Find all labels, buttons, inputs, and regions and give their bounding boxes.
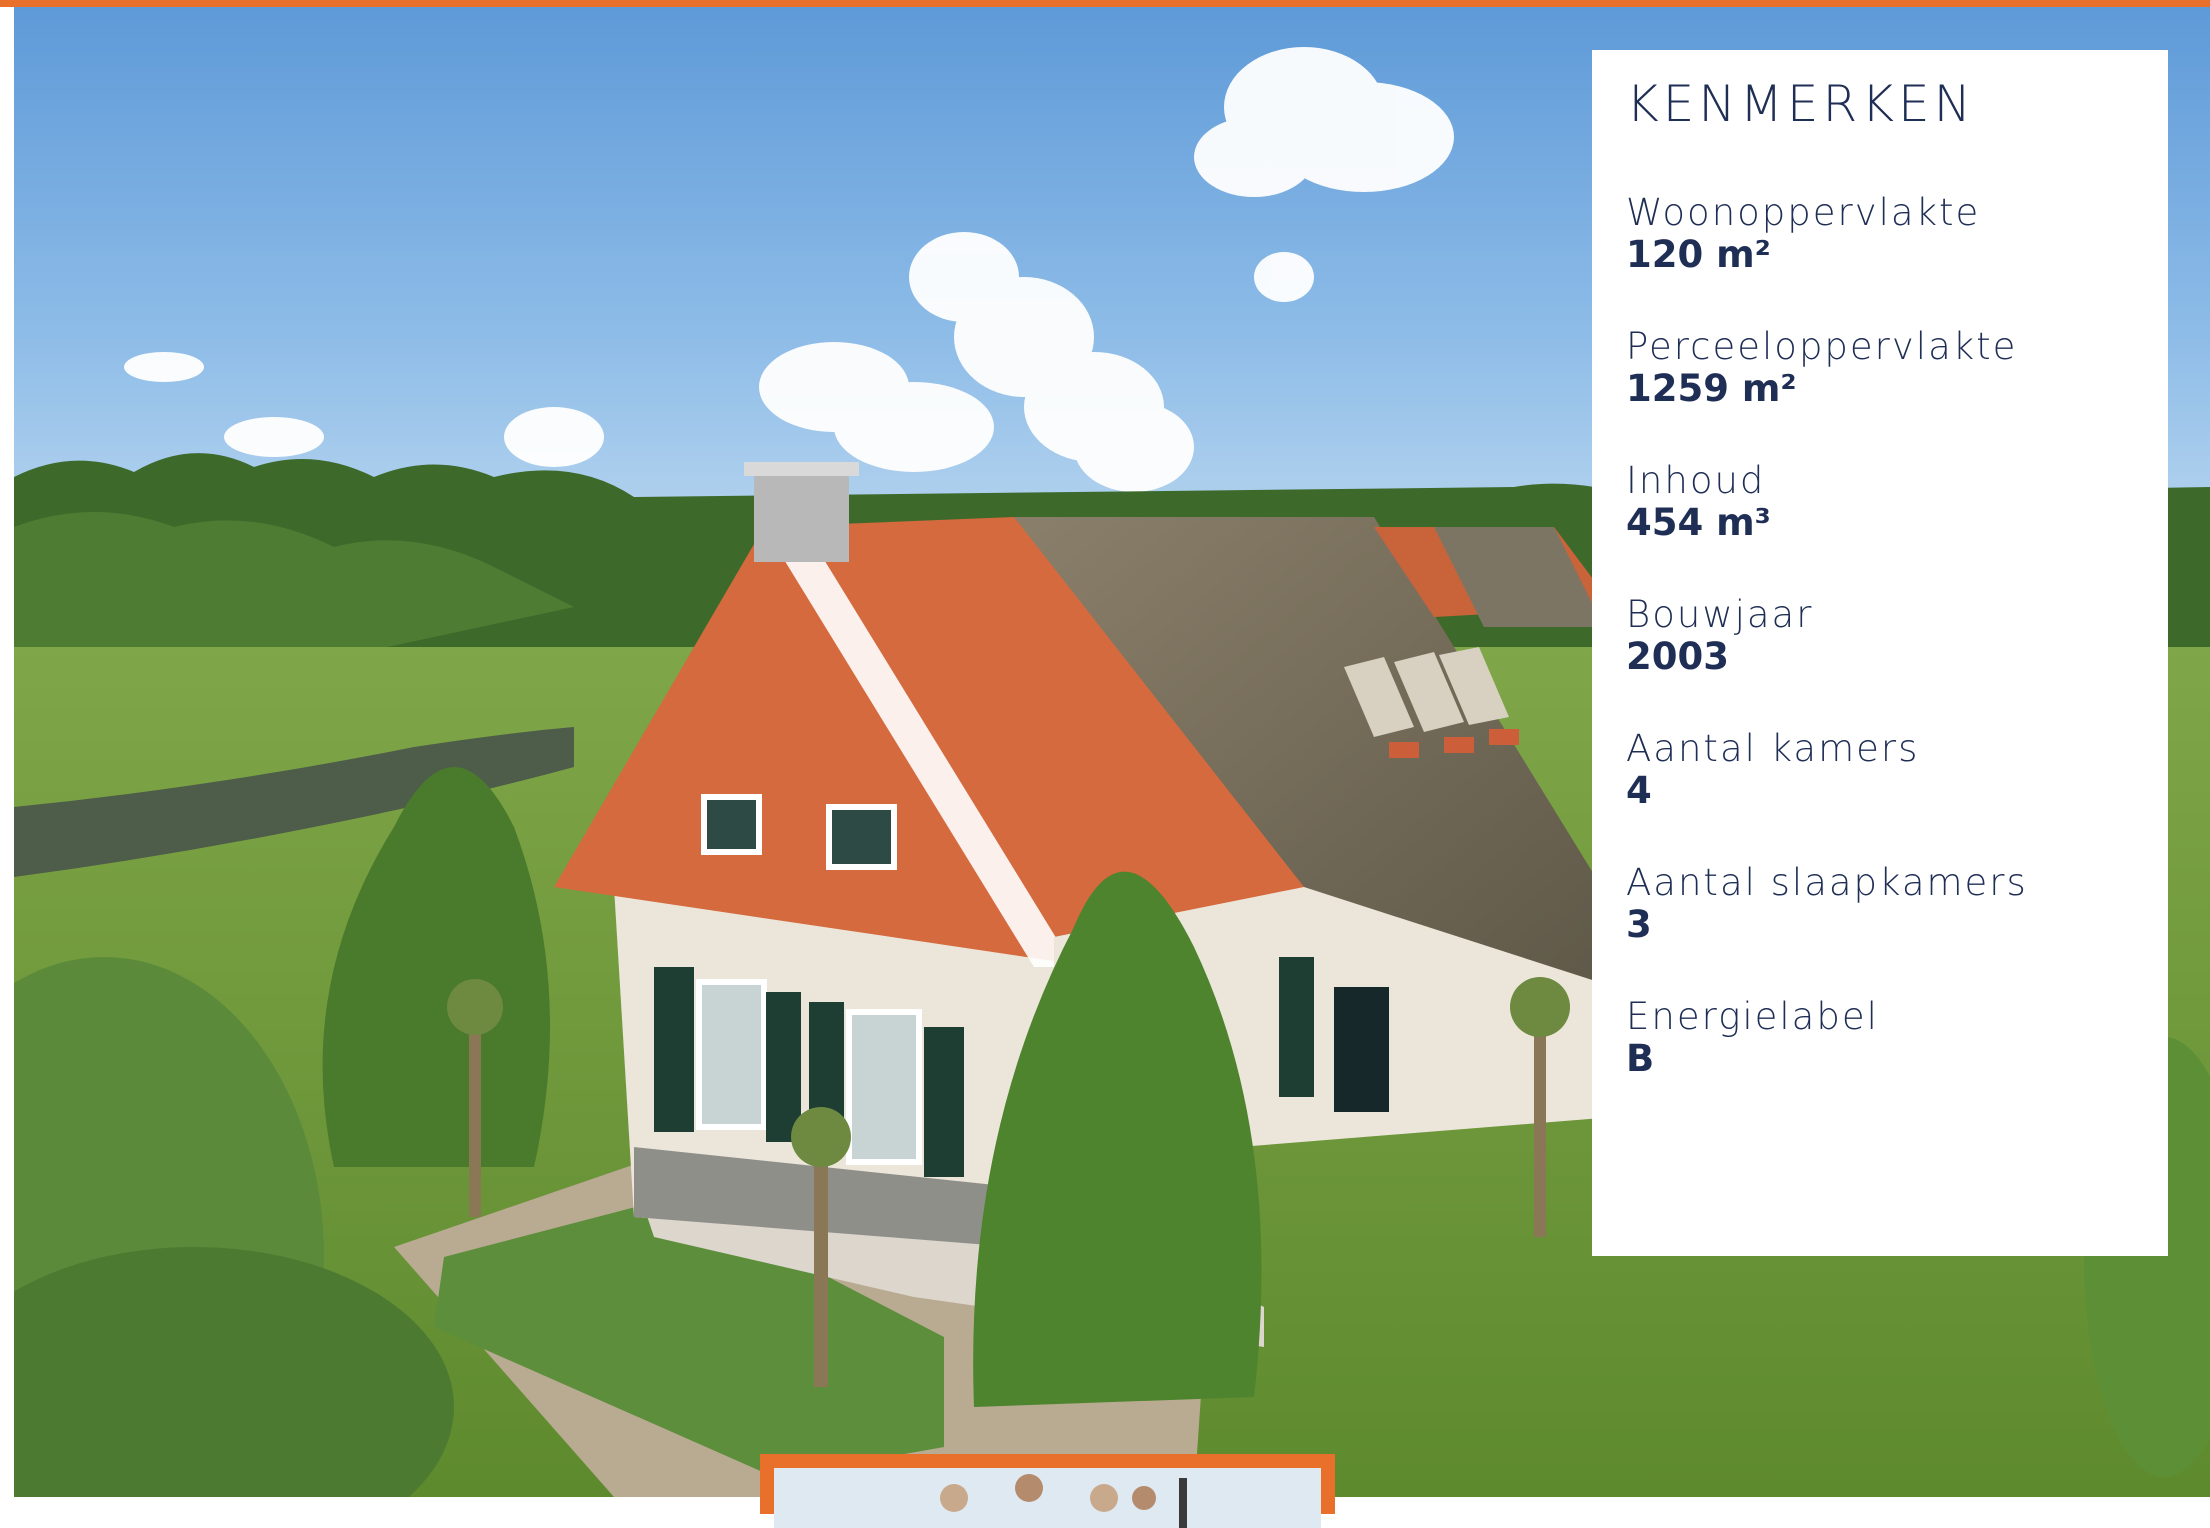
feature-build-year: Bouwjaar 2003 — [1626, 594, 2134, 678]
feature-value: 4 — [1626, 769, 1652, 812]
feature-bedrooms: Aantal slaapkamers 3 — [1626, 862, 2134, 946]
team-photo-frame — [760, 1454, 1335, 1528]
feature-value: 120 m² — [1626, 233, 1771, 276]
feature-value: 2003 — [1626, 635, 1729, 678]
feature-volume: Inhoud 454 m³ — [1626, 460, 2134, 544]
feature-value: 1259 m² — [1626, 367, 1797, 410]
feature-value: 454 m³ — [1626, 501, 1771, 544]
feature-label: Inhoud — [1626, 459, 1766, 502]
team-photo — [774, 1468, 1321, 1528]
feature-energy-label: Energielabel B — [1626, 996, 2134, 1080]
characteristics-card: KENMERKEN Woonoppervlakte 120 m² Perceel… — [1592, 50, 2168, 1256]
feature-value: B — [1626, 1037, 1655, 1080]
feature-label: Woonoppervlakte — [1626, 191, 1981, 234]
feature-plot-area: Perceeloppervlakte 1259 m² — [1626, 326, 2134, 410]
feature-label: Energielabel — [1626, 995, 1879, 1038]
feature-label: Perceeloppervlakte — [1626, 325, 2018, 368]
characteristics-title: KENMERKEN — [1626, 75, 1976, 133]
feature-rooms: Aantal kamers 4 — [1626, 728, 2134, 812]
feature-living-area: Woonoppervlakte 120 m² — [1626, 192, 2134, 276]
feature-label: Bouwjaar — [1626, 593, 1814, 636]
top-accent-line — [0, 0, 2210, 7]
feature-value: 3 — [1626, 903, 1652, 946]
feature-label: Aantal kamers — [1626, 727, 1920, 770]
feature-label: Aantal slaapkamers — [1626, 861, 2028, 904]
